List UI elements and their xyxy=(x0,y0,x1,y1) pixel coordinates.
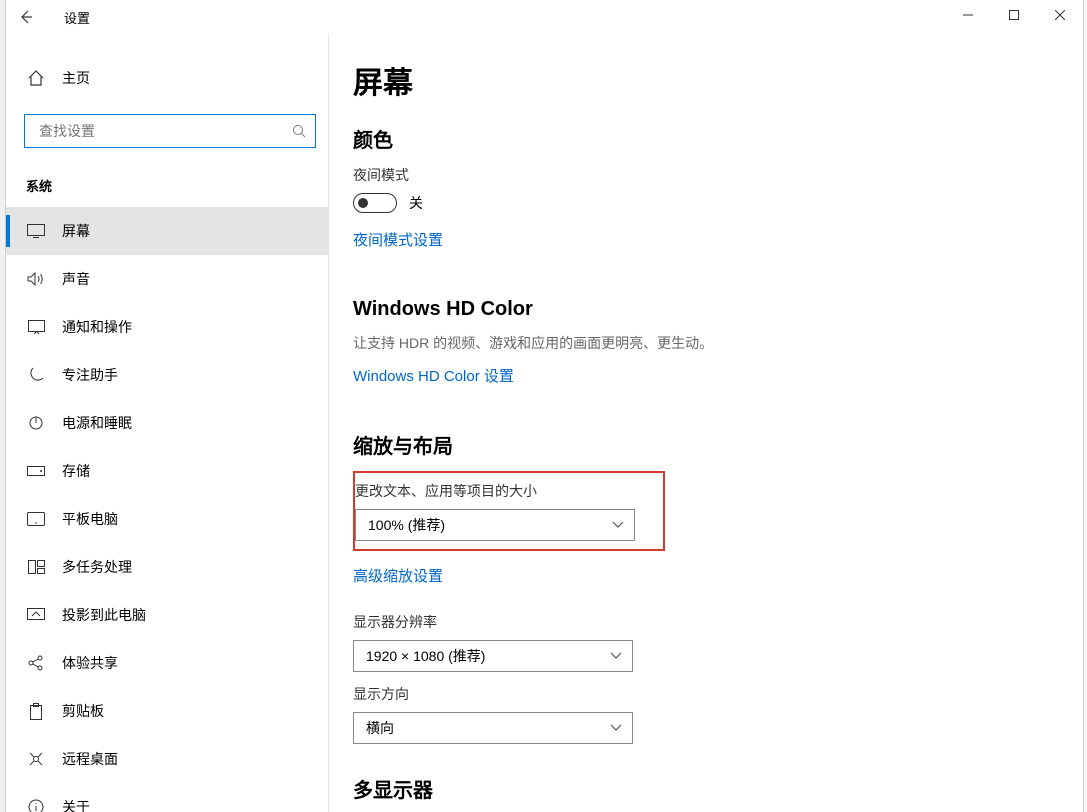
chevron-down-icon xyxy=(612,521,624,529)
multitasking-icon xyxy=(26,560,46,574)
sidebar-item-label: 通知和操作 xyxy=(62,317,132,337)
sidebar-item-notifications[interactable]: 通知和操作 xyxy=(6,303,328,351)
arrow-left-icon xyxy=(18,9,34,25)
notifications-icon xyxy=(26,320,46,335)
sidebar-item-label: 关于 xyxy=(62,797,90,812)
maximize-button[interactable] xyxy=(991,0,1037,30)
sidebar-item-about[interactable]: 关于 xyxy=(6,783,328,812)
projecting-icon xyxy=(26,608,46,622)
sidebar-item-multitasking[interactable]: 多任务处理 xyxy=(6,543,328,591)
sidebar-item-sound[interactable]: 声音 xyxy=(6,255,328,303)
section-scale-heading: 缩放与布局 xyxy=(353,430,1043,459)
home-label: 主页 xyxy=(62,68,90,88)
sidebar-item-label: 屏幕 xyxy=(62,221,90,241)
remote-icon xyxy=(26,751,46,767)
sidebar-section-label: 系统 xyxy=(26,176,328,195)
shared-icon xyxy=(26,655,46,671)
sidebar-item-label: 平板电脑 xyxy=(62,509,118,529)
sidebar-item-label: 电源和睡眠 xyxy=(62,413,132,433)
sidebar-item-focus[interactable]: 专注助手 xyxy=(6,351,328,399)
hdcolor-settings-link[interactable]: Windows HD Color 设置 xyxy=(353,365,514,386)
scale-label: 更改文本、应用等项目的大小 xyxy=(355,481,647,501)
night-mode-label: 夜间模式 xyxy=(353,165,1043,185)
search-box[interactable] xyxy=(24,114,316,148)
display-icon xyxy=(26,224,46,238)
sidebar-item-label: 存储 xyxy=(62,461,90,481)
sidebar-item-label: 远程桌面 xyxy=(62,749,118,769)
sidebar-item-projecting[interactable]: 投影到此电脑 xyxy=(6,591,328,639)
sidebar-item-label: 多任务处理 xyxy=(62,557,132,577)
sound-icon xyxy=(26,271,46,287)
chevron-down-icon xyxy=(610,724,622,732)
resolution-dropdown[interactable]: 1920 × 1080 (推荐) xyxy=(353,640,633,672)
sidebar-item-label: 体验共享 xyxy=(62,653,118,673)
toggle-knob xyxy=(358,198,368,208)
titlebar: 设置 xyxy=(6,0,1083,34)
section-multidisplay-heading: 多显示器 xyxy=(353,774,1043,803)
search-input[interactable] xyxy=(39,123,292,139)
tablet-icon xyxy=(26,512,46,526)
search-icon xyxy=(292,124,307,139)
home-icon xyxy=(26,69,46,87)
close-icon xyxy=(1055,10,1065,20)
orientation-value: 横向 xyxy=(366,718,394,738)
page-title: 屏幕 xyxy=(353,58,1043,102)
orientation-label: 显示方向 xyxy=(353,684,1043,704)
scale-highlight-box: 更改文本、应用等项目的大小 100% (推荐) xyxy=(353,471,665,551)
sidebar-item-label: 专注助手 xyxy=(62,365,118,385)
storage-icon xyxy=(26,466,46,476)
sidebar-item-power[interactable]: 电源和睡眠 xyxy=(6,399,328,447)
resolution-value: 1920 × 1080 (推荐) xyxy=(366,646,485,666)
window-controls xyxy=(945,0,1083,30)
content-area: 屏幕 颜色 夜间模式 关 夜间模式设置 Windows HD Color 让支持… xyxy=(329,34,1083,812)
sidebar-item-clipboard[interactable]: 剪贴板 xyxy=(6,687,328,735)
night-mode-toggle[interactable] xyxy=(353,193,397,213)
night-mode-settings-link[interactable]: 夜间模式设置 xyxy=(353,229,443,250)
scale-value: 100% (推荐) xyxy=(368,515,445,535)
power-icon xyxy=(26,415,46,431)
advanced-scale-link[interactable]: 高级缩放设置 xyxy=(353,565,443,586)
window-title: 设置 xyxy=(64,8,90,27)
sidebar-item-label: 声音 xyxy=(62,269,90,289)
night-mode-state: 关 xyxy=(409,193,423,213)
maximize-icon xyxy=(1009,10,1019,20)
sidebar-item-storage[interactable]: 存储 xyxy=(6,447,328,495)
sidebar-item-remote[interactable]: 远程桌面 xyxy=(6,735,328,783)
sidebar-item-display[interactable]: 屏幕 xyxy=(6,207,328,255)
chevron-down-icon xyxy=(610,652,622,660)
resolution-label: 显示器分辨率 xyxy=(353,612,1043,632)
about-icon xyxy=(26,799,46,812)
sidebar-item-label: 剪贴板 xyxy=(62,701,104,721)
sidebar-item-shared[interactable]: 体验共享 xyxy=(6,639,328,687)
section-hdcolor-heading: Windows HD Color xyxy=(353,298,1043,321)
minimize-button[interactable] xyxy=(945,0,991,30)
section-color-heading: 颜色 xyxy=(353,124,1043,153)
minimize-icon xyxy=(963,10,973,20)
clipboard-icon xyxy=(26,703,46,720)
sidebar-item-label: 投影到此电脑 xyxy=(62,605,146,625)
hdcolor-description: 让支持 HDR 的视频、游戏和应用的画面更明亮、更生动。 xyxy=(353,333,1043,353)
back-button[interactable] xyxy=(6,0,46,34)
orientation-dropdown[interactable]: 横向 xyxy=(353,712,633,744)
settings-window: 设置 主页 xyxy=(6,0,1084,812)
focus-icon xyxy=(26,367,46,383)
sidebar: 主页 系统 屏幕 声音 通知和操作 xyxy=(6,34,329,812)
sidebar-item-tablet[interactable]: 平板电脑 xyxy=(6,495,328,543)
scale-dropdown[interactable]: 100% (推荐) xyxy=(355,509,635,541)
close-button[interactable] xyxy=(1037,0,1083,30)
home-button[interactable]: 主页 xyxy=(6,56,328,100)
